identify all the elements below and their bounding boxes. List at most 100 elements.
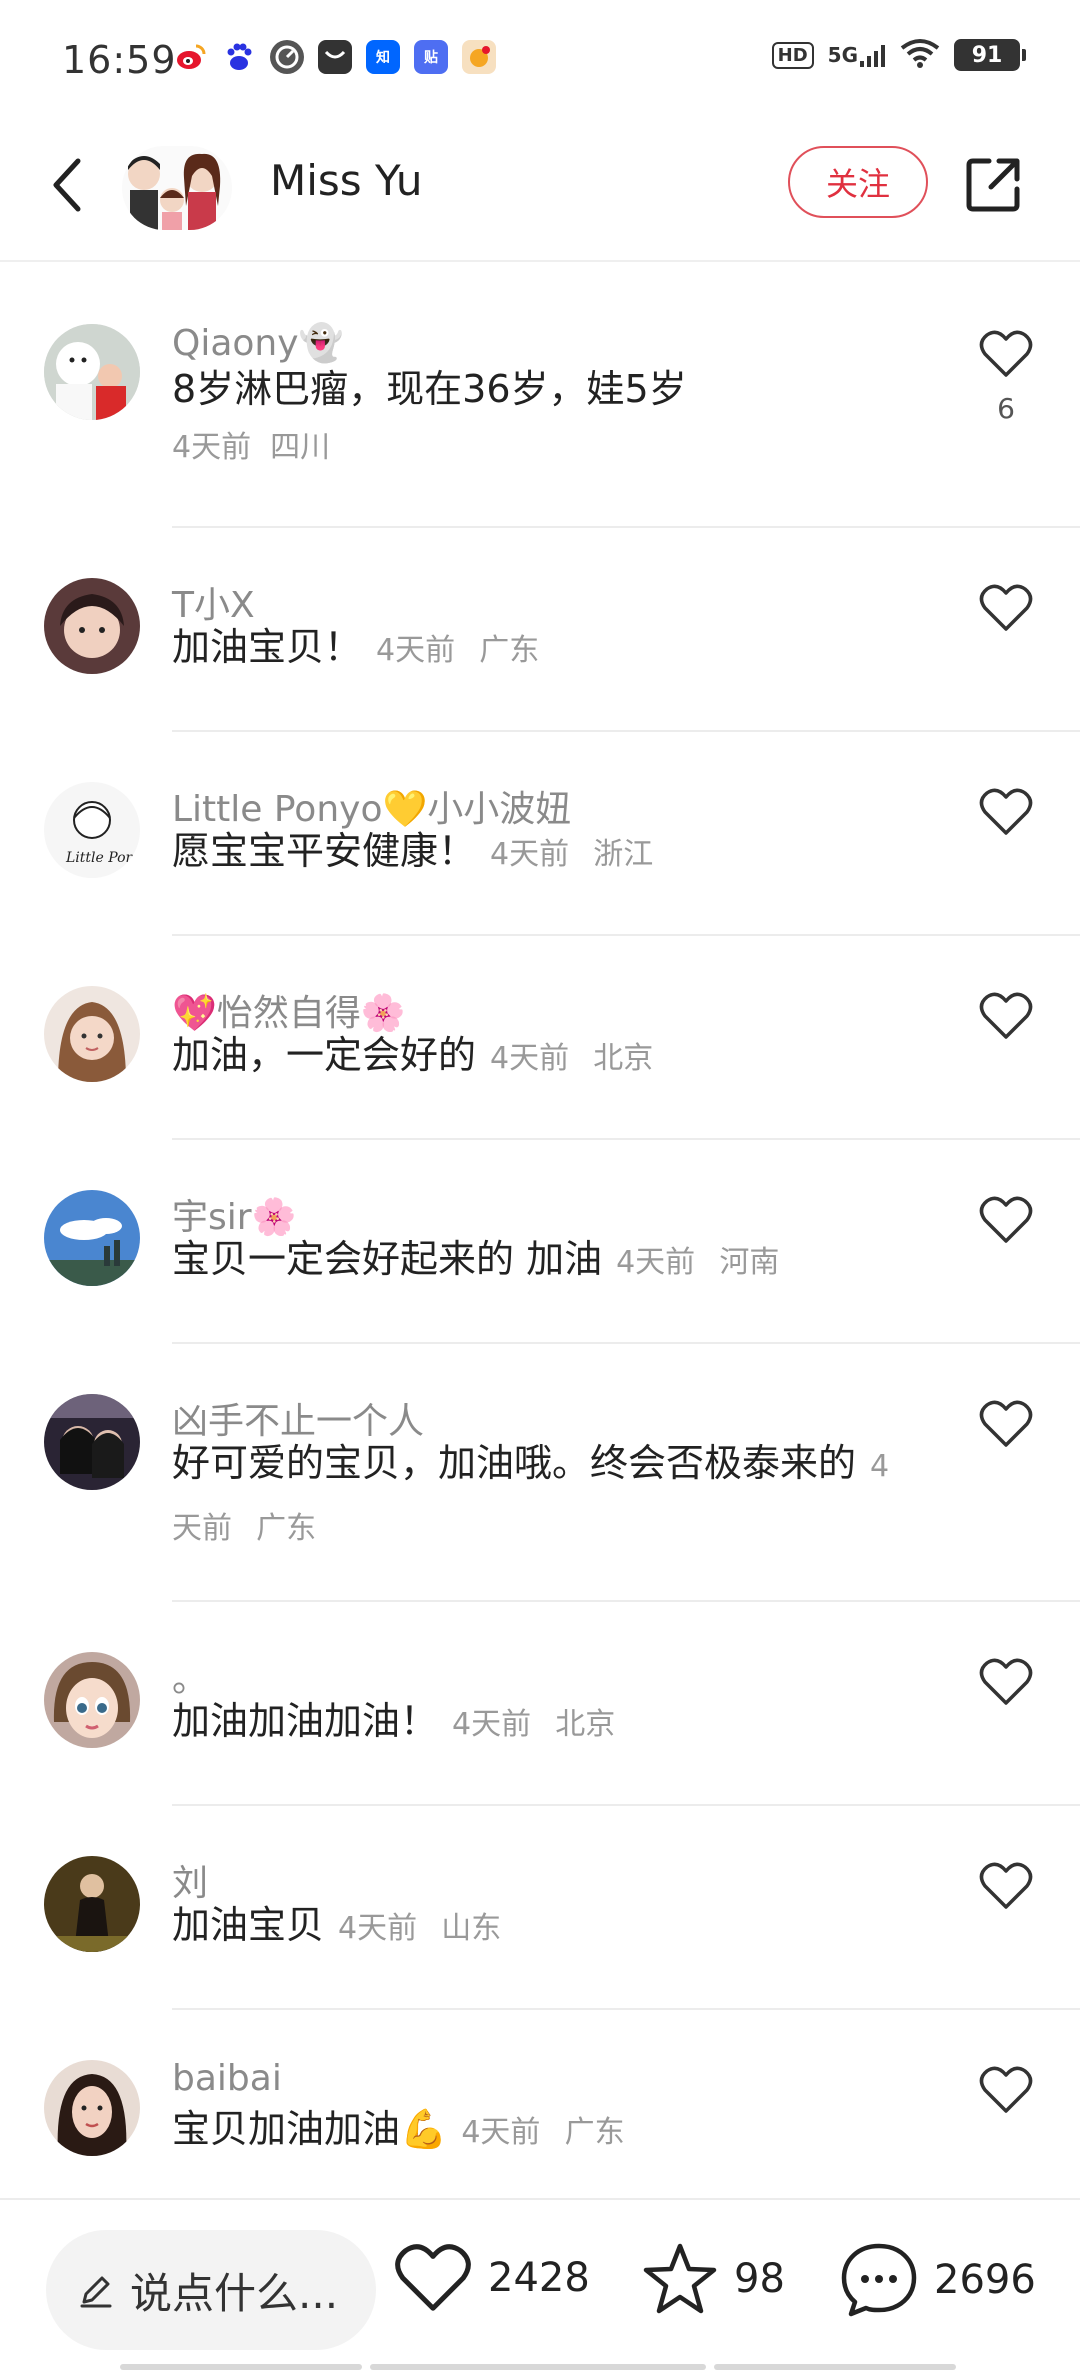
tieba-icon: 贴	[414, 40, 448, 74]
avatar[interactable]	[44, 1652, 140, 1748]
author-avatar[interactable]	[122, 146, 232, 230]
divider	[172, 2008, 1080, 2010]
heart-icon	[979, 2066, 1033, 2113]
like-action[interactable]: 2428	[394, 2242, 590, 2314]
comment-location: 浙江	[593, 837, 654, 872]
heart-icon	[979, 1862, 1033, 1909]
back-button[interactable]	[38, 150, 98, 220]
header: Miss Yu 关注	[0, 110, 1080, 262]
favorite-action[interactable]: 98	[642, 2242, 785, 2316]
heart-icon	[979, 992, 1033, 1039]
comment-total: 2696	[934, 2257, 1036, 2303]
like-button[interactable]	[976, 580, 1036, 636]
comment-text: 加油加油加油！ 4天前 北京	[172, 1699, 616, 1743]
comment-time: 4天前	[172, 430, 252, 465]
battery-icon: 91	[954, 39, 1026, 71]
heart-icon	[979, 1196, 1033, 1243]
mail-icon	[318, 40, 352, 74]
avatar[interactable]	[44, 1856, 140, 1952]
status-app-icons: 知 贴	[174, 40, 496, 74]
comment-text: 宝贝一定会好起来的 加油 4天前 河南	[172, 1237, 780, 1281]
like-button[interactable]	[976, 1396, 1036, 1452]
follow-button[interactable]: 关注	[788, 146, 928, 218]
divider	[172, 1804, 1080, 1806]
divider	[172, 934, 1080, 936]
like-button[interactable]	[976, 1192, 1036, 1248]
comment-location: 广东	[479, 633, 540, 668]
author-name[interactable]: Miss Yu	[270, 156, 422, 205]
like-count: 6	[997, 392, 1015, 425]
heart-icon	[979, 788, 1033, 835]
comment-location: 河南	[719, 1245, 780, 1280]
speed-icon	[270, 40, 304, 74]
chevron-left-icon	[53, 158, 81, 212]
comment-location: 北京	[593, 1041, 654, 1076]
heart-icon	[979, 584, 1033, 631]
comment-meta: 4天前 四川	[172, 422, 330, 466]
comment-author[interactable]: Qiaony👻	[172, 322, 343, 364]
comment-time: 4天前	[452, 1707, 532, 1742]
status-bar: 16:59 知 贴 HD 5G 91	[0, 0, 1080, 110]
heart-icon	[979, 1658, 1033, 1705]
divider	[172, 1342, 1080, 1344]
like-button[interactable]	[976, 988, 1036, 1044]
heart-icon	[395, 2244, 471, 2311]
like-button[interactable]	[976, 326, 1036, 382]
avatar[interactable]	[44, 1394, 140, 1490]
comment-action[interactable]: 2696	[840, 2242, 1036, 2318]
avatar[interactable]: Little Ponyo	[44, 782, 140, 878]
comment-time: 4天前	[490, 1041, 570, 1076]
divider	[172, 1138, 1080, 1140]
like-button[interactable]	[976, 1858, 1036, 1914]
comment-text: 8岁淋巴瘤，现在36岁，娃5岁	[172, 367, 687, 411]
comment-text: 加油，一定会好的 4天前 北京	[172, 1033, 654, 1077]
status-indicators: HD 5G 91	[771, 38, 1026, 72]
avatar[interactable]	[44, 986, 140, 1082]
comment-bubble-icon	[841, 2243, 917, 2317]
comment-location: 四川	[270, 430, 331, 465]
comment-text: 加油宝贝 4天前 山东	[172, 1903, 502, 1947]
divider	[172, 1600, 1080, 1602]
pencil-icon	[80, 2276, 112, 2308]
comment-input-placeholder: 说点什么...	[130, 2268, 339, 2318]
comment-time: 4天前	[461, 2115, 541, 2150]
comment-text: 加油宝贝！ 4天前 广东	[172, 625, 540, 669]
comment-location: 山东	[441, 1911, 502, 1946]
comment-text: 好可爱的宝贝，加油哦。终会否极泰来的 4天前 广东	[172, 1441, 890, 1546]
avatar[interactable]	[44, 324, 140, 420]
comment-location: 北京	[555, 1707, 616, 1742]
wifi-icon	[900, 38, 940, 72]
favorite-total: 98	[734, 2256, 785, 2302]
like-total: 2428	[488, 2255, 590, 2301]
comment-author[interactable]: baibai	[172, 2058, 282, 2099]
avatar[interactable]	[44, 578, 140, 674]
cellular-signal-icon: 5G	[828, 43, 886, 67]
like-button[interactable]	[976, 1654, 1036, 1710]
comment-text: 愿宝宝平安健康！ 4天前 浙江	[172, 829, 654, 873]
heart-icon	[979, 330, 1033, 377]
comment-time: 4天前	[616, 1245, 696, 1280]
share-icon	[966, 158, 1020, 212]
bottom-action-bar: 说点什么... 2428 98 2696	[0, 2198, 1080, 2376]
comment-location: 广东	[256, 1511, 317, 1546]
home-indicator	[0, 2364, 1080, 2372]
comment-text: 宝贝加油加油💪 4天前 广东	[172, 2107, 625, 2151]
comment-time: 4天前	[338, 1911, 418, 1946]
share-button[interactable]	[960, 152, 1026, 218]
svg-text:Little Ponyo: Little Ponyo	[65, 850, 140, 866]
comment-time: 4天前	[490, 837, 570, 872]
avatar[interactable]	[44, 1190, 140, 1286]
weibo-icon	[174, 40, 208, 74]
zhihu-icon: 知	[366, 40, 400, 74]
like-button[interactable]	[976, 2062, 1036, 2118]
status-time: 16:59	[62, 38, 177, 82]
avatar[interactable]	[44, 2060, 140, 2156]
game-icon	[462, 40, 496, 74]
hd-badge: HD	[771, 41, 814, 69]
comment-time: 4天前	[376, 633, 456, 668]
heart-icon	[979, 1400, 1033, 1447]
comment-location: 广东	[564, 2115, 625, 2150]
like-button[interactable]	[976, 784, 1036, 840]
comment-input[interactable]: 说点什么...	[46, 2230, 376, 2350]
divider	[172, 730, 1080, 732]
